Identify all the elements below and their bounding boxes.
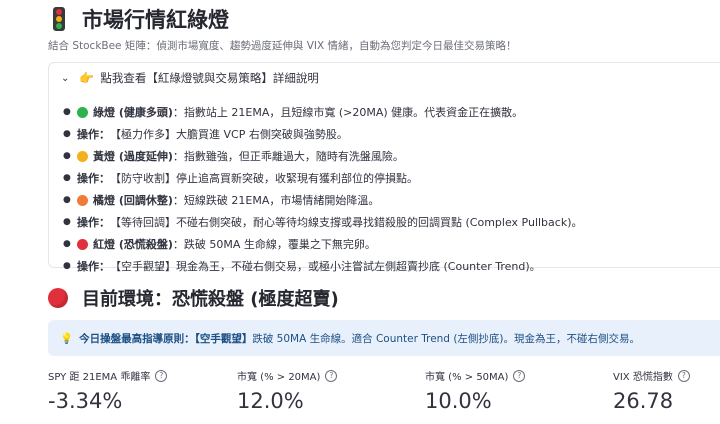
rule-text: ：短線跌破 21EMA，市場情緒開始降溫。 [172, 194, 380, 207]
traffic-light-icon [48, 7, 70, 31]
expander-body: ● 綠燈 (健康多頭) ：指數站上 21EMA，且短線市寬 (>20MA) 健康… [63, 101, 720, 277]
page-title-text: 市場行情紅綠燈 [82, 8, 229, 32]
rule-action-green: ● 操作： 【極力作多】大膽買進 VCP 右側突破與強勢股。 [63, 123, 720, 145]
rule-action-yellow: ● 操作： 【防守收割】停止追高買新突破，收緊現有獲利部位的停損點。 [63, 167, 720, 189]
page-subtitle: 結合 StockBee 矩陣：偵測市場寬度、趨勢過度延伸與 VIX 情緒，自動為… [48, 40, 517, 52]
metric-value: 26.78 [613, 389, 674, 413]
strategy-alert: 💡 今日操盤最高指導原則：【空手觀望】 跌破 50MA 生命線。適合 Count… [48, 320, 720, 356]
bullet-icon: ● [63, 107, 71, 117]
rule-yellow: ● 黃燈 (過度延伸) ：指數雖強，但正乖離過大，隨時有洗盤風險。 [63, 145, 720, 167]
rule-title: 操作： [77, 128, 110, 141]
metric-spy-deviation: SPY 距 21EMA 乖離率 ? -3.34% [48, 368, 168, 413]
environment-title: 目前環境：恐慌殺盤 (極度超賣) [82, 289, 339, 310]
help-icon[interactable]: ? [677, 369, 690, 382]
rule-action-orange: ● 操作： 【等待回調】不碰右側突破，耐心等待均線支撐或尋找錯殺股的回調買點 (… [63, 211, 720, 233]
rule-text: 【空手觀望】現金為王，不碰右側交易，或極小注嘗試左側超賣抄底 (Counter … [110, 260, 541, 273]
rule-green: ● 綠燈 (健康多頭) ：指數站上 21EMA，且短線市寬 (>20MA) 健康… [63, 101, 720, 123]
expander-label: 點我查看【紅綠燈號與交易策略】詳細說明 [100, 71, 319, 85]
metric-label: 市寬 (% > 20MA) [237, 372, 321, 383]
rule-red: ● 紅燈 (恐慌殺盤) ：跌破 50MA 生命線，覆巢之下無完卵。 [63, 233, 720, 255]
bullet-icon: ● [63, 195, 71, 205]
rule-text: ：跌破 50MA 生命線，覆巢之下無完卵。 [172, 238, 376, 251]
bullet-icon: ● [63, 239, 71, 249]
rule-text: ：指數站上 21EMA，且短線市寬 (>20MA) 健康。代表資金正在擴散。 [172, 106, 524, 119]
metric-breadth-20ma: 市寬 (% > 20MA) ? 12.0% [237, 368, 338, 413]
rule-title: 綠燈 (健康多頭) [93, 106, 173, 119]
metric-label: VIX 恐慌指數 [613, 372, 673, 383]
rule-text: 【極力作多】大膽買進 VCP 右側突破與強勢股。 [110, 128, 348, 141]
strategy-expander: ⌄ 👉 點我查看【紅綠燈號與交易策略】詳細說明 ● 綠燈 (健康多頭) ：指數站… [48, 62, 720, 273]
rule-text: 【防守收割】停止追高買新突破，收緊現有獲利部位的停損點。 [110, 172, 418, 185]
metric-value: -3.34% [48, 389, 123, 413]
help-icon[interactable]: ? [513, 369, 526, 382]
metric-value: 10.0% [425, 389, 492, 413]
help-icon[interactable]: ? [155, 369, 168, 382]
help-icon[interactable]: ? [325, 369, 338, 382]
metric-label: 市寬 (% > 50MA) [425, 372, 509, 383]
rule-action-red: ● 操作： 【空手觀望】現金為王，不碰右側交易，或極小注嘗試左側超賣抄底 (Co… [63, 255, 720, 277]
bullet-icon: ● [63, 173, 71, 183]
metric-label: SPY 距 21EMA 乖離率 [48, 372, 151, 383]
metric-vix: VIX 恐慌指數 ? 26.78 [613, 368, 690, 413]
page-title: 市場行情紅綠燈 [48, 4, 229, 34]
green-dot-icon [77, 106, 88, 118]
bullet-icon: ● [63, 151, 71, 161]
bullet-icon: ● [63, 261, 71, 271]
rule-text: ：指數雖強，但正乖離過大，隨時有洗盤風險。 [172, 150, 404, 163]
alert-title: 今日操盤最高指導原則：【空手觀望】 [79, 332, 253, 345]
red-circle-icon [48, 288, 68, 308]
lightbulb-icon: 💡 [60, 332, 74, 345]
rule-title: 紅燈 (恐慌殺盤) [93, 238, 173, 251]
yellow-dot-icon [77, 150, 88, 162]
rule-orange: ● 橘燈 (回調休整) ：短線跌破 21EMA，市場情緒開始降溫。 [63, 189, 720, 211]
orange-dot-icon [77, 194, 88, 206]
pointing-hand-icon: 👉 [79, 71, 95, 85]
chevron-down-icon: ⌄ [61, 72, 70, 84]
metric-value: 12.0% [237, 389, 304, 413]
rule-title: 操作： [77, 172, 110, 185]
rule-title: 橘燈 (回調休整) [93, 194, 173, 207]
rule-title: 操作： [77, 216, 110, 229]
bullet-icon: ● [63, 217, 71, 227]
alert-text: 跌破 50MA 生命線。適合 Counter Trend (左側抄底)。現金為王… [252, 332, 641, 345]
bullet-icon: ● [63, 129, 71, 139]
metric-breadth-50ma: 市寬 (% > 50MA) ? 10.0% [425, 368, 526, 413]
rule-title: 操作： [77, 260, 110, 273]
expander-header[interactable]: ⌄ 👉 點我查看【紅綠燈號與交易策略】詳細說明 [61, 70, 319, 86]
rule-text: 【等待回調】不碰右側突破，耐心等待均線支撐或尋找錯殺股的回調買點 (Comple… [110, 216, 583, 229]
environment-heading: 目前環境：恐慌殺盤 (極度超賣) [48, 284, 339, 312]
red-dot-icon [77, 238, 88, 250]
rule-title: 黃燈 (過度延伸) [93, 150, 173, 163]
